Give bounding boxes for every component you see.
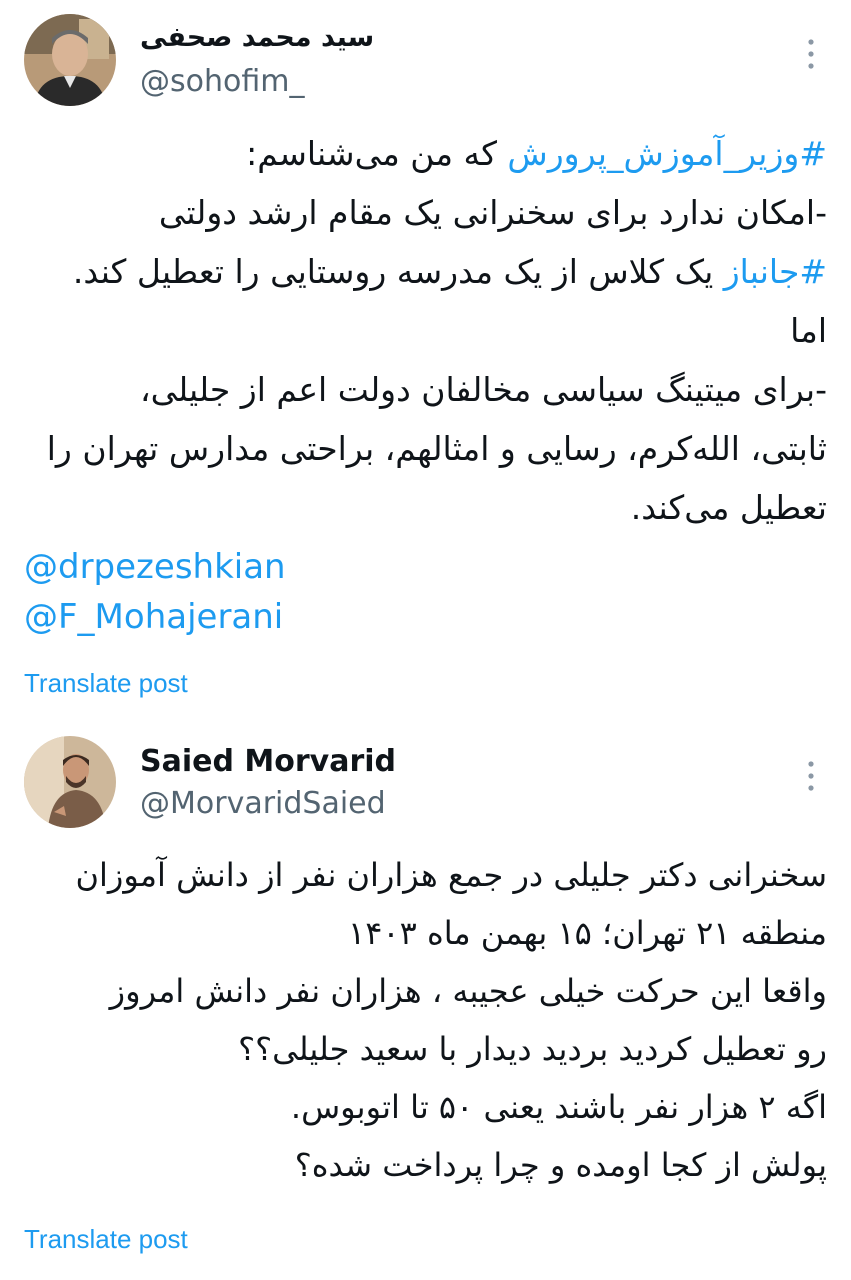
tweet-text-segment: سخنرانی دکتر جلیلی در جمع هزاران نفر از … <box>75 856 827 894</box>
tweet-text-line: اما <box>27 301 827 360</box>
tweet-text-segment: -امکان ندارد برای سخنرانی یک مقام ارشد د… <box>158 193 827 232</box>
tweet-text-segment: -برای میتینگ سیاسی مخالفان دولت اعم از ج… <box>139 370 827 409</box>
avatar[interactable] <box>24 14 116 106</box>
tweet-text-line: رو تعطیل کردید بردید دیدار با سعید جلیلی… <box>27 1020 827 1078</box>
tweet-post[interactable]: سید محمد صحفی @sohofim_ #وزیر_آموزش_پرور… <box>0 0 851 716</box>
more-vertical-icon[interactable] <box>803 758 819 794</box>
tweet-text-line: #وزیر_آموزش_پرورش که من می‌شناسم: <box>27 124 827 183</box>
tweet-text-segment: منطقه ۲۱ تهران؛ ۱۵ بهمن ماه ۱۴۰۳ <box>348 914 827 952</box>
tweet-post[interactable]: Saied Morvarid @MorvaridSaied سخنرانی دک… <box>0 722 851 1280</box>
tweet-text-line: واقعا این حرکت خیلی عجیبه ، هزاران نفر د… <box>27 962 827 1020</box>
tweet-text-segment: تعطیل می‌کند. <box>630 488 827 527</box>
hashtag-link[interactable]: #جانباز <box>724 252 827 291</box>
mention-link[interactable]: @drpezeshkian <box>24 542 286 592</box>
tweet-text-segment: یک کلاس از یک مدرسه روستایی را تعطیل کند… <box>72 252 724 291</box>
tweet-text-line: منطقه ۲۱ تهران؛ ۱۵ بهمن ماه ۱۴۰۳ <box>27 904 827 962</box>
translate-post-link[interactable]: Translate post <box>24 1224 188 1255</box>
author-display-name[interactable]: سید محمد صحفی <box>140 22 374 53</box>
mention-link[interactable]: @F_Mohajerani <box>24 592 286 642</box>
avatar[interactable] <box>24 736 116 828</box>
tweet-text-line: سخنرانی دکتر جلیلی در جمع هزاران نفر از … <box>27 846 827 904</box>
tweet-text-line: تعطیل می‌کند. <box>27 478 827 537</box>
tweet-text-segment: اما <box>790 311 827 350</box>
tweet-text-segment: که من می‌شناسم: <box>246 134 508 173</box>
tweet-text-line: اگه ۲ هزار نفر باشند یعنی ۵۰ تا اتوبوس. <box>27 1078 827 1136</box>
translate-post-link[interactable]: Translate post <box>24 668 188 699</box>
hashtag-link[interactable]: #وزیر_آموزش_پرورش <box>507 134 827 173</box>
tweet-text-line: #جانباز یک کلاس از یک مدرسه روستایی را ت… <box>27 242 827 301</box>
mention-list: @drpezeshkian @F_Mohajerani <box>24 542 286 642</box>
tweet-text-line: -امکان ندارد برای سخنرانی یک مقام ارشد د… <box>27 183 827 242</box>
tweet-text-segment: پولش از کجا اومده و چرا پرداخت شده؟ <box>294 1146 827 1184</box>
author-handle[interactable]: @sohofim_ <box>140 64 304 99</box>
author-display-name[interactable]: Saied Morvarid <box>140 744 396 779</box>
tweet-text-line: ثابتی، الله‌کرم، رسایی و امثالهم، براحتی… <box>27 419 827 478</box>
tweet-text-line: -برای میتینگ سیاسی مخالفان دولت اعم از ج… <box>27 360 827 419</box>
tweet-text: سخنرانی دکتر جلیلی در جمع هزاران نفر از … <box>27 846 827 1194</box>
more-vertical-icon[interactable] <box>803 36 819 72</box>
author-handle[interactable]: @MorvaridSaied <box>140 786 386 821</box>
tweet-text: #وزیر_آموزش_پرورش که من می‌شناسم: -امکان … <box>27 124 827 537</box>
tweet-text-segment: واقعا این حرکت خیلی عجیبه ، هزاران نفر د… <box>109 972 827 1010</box>
tweet-text-segment: اگه ۲ هزار نفر باشند یعنی ۵۰ تا اتوبوس. <box>290 1088 827 1126</box>
tweet-text-segment: رو تعطیل کردید بردید دیدار با سعید جلیلی… <box>238 1030 827 1068</box>
tweet-text-segment: ثابتی، الله‌کرم، رسایی و امثالهم، براحتی… <box>46 429 827 468</box>
tweet-text-line: پولش از کجا اومده و چرا پرداخت شده؟ <box>27 1136 827 1194</box>
